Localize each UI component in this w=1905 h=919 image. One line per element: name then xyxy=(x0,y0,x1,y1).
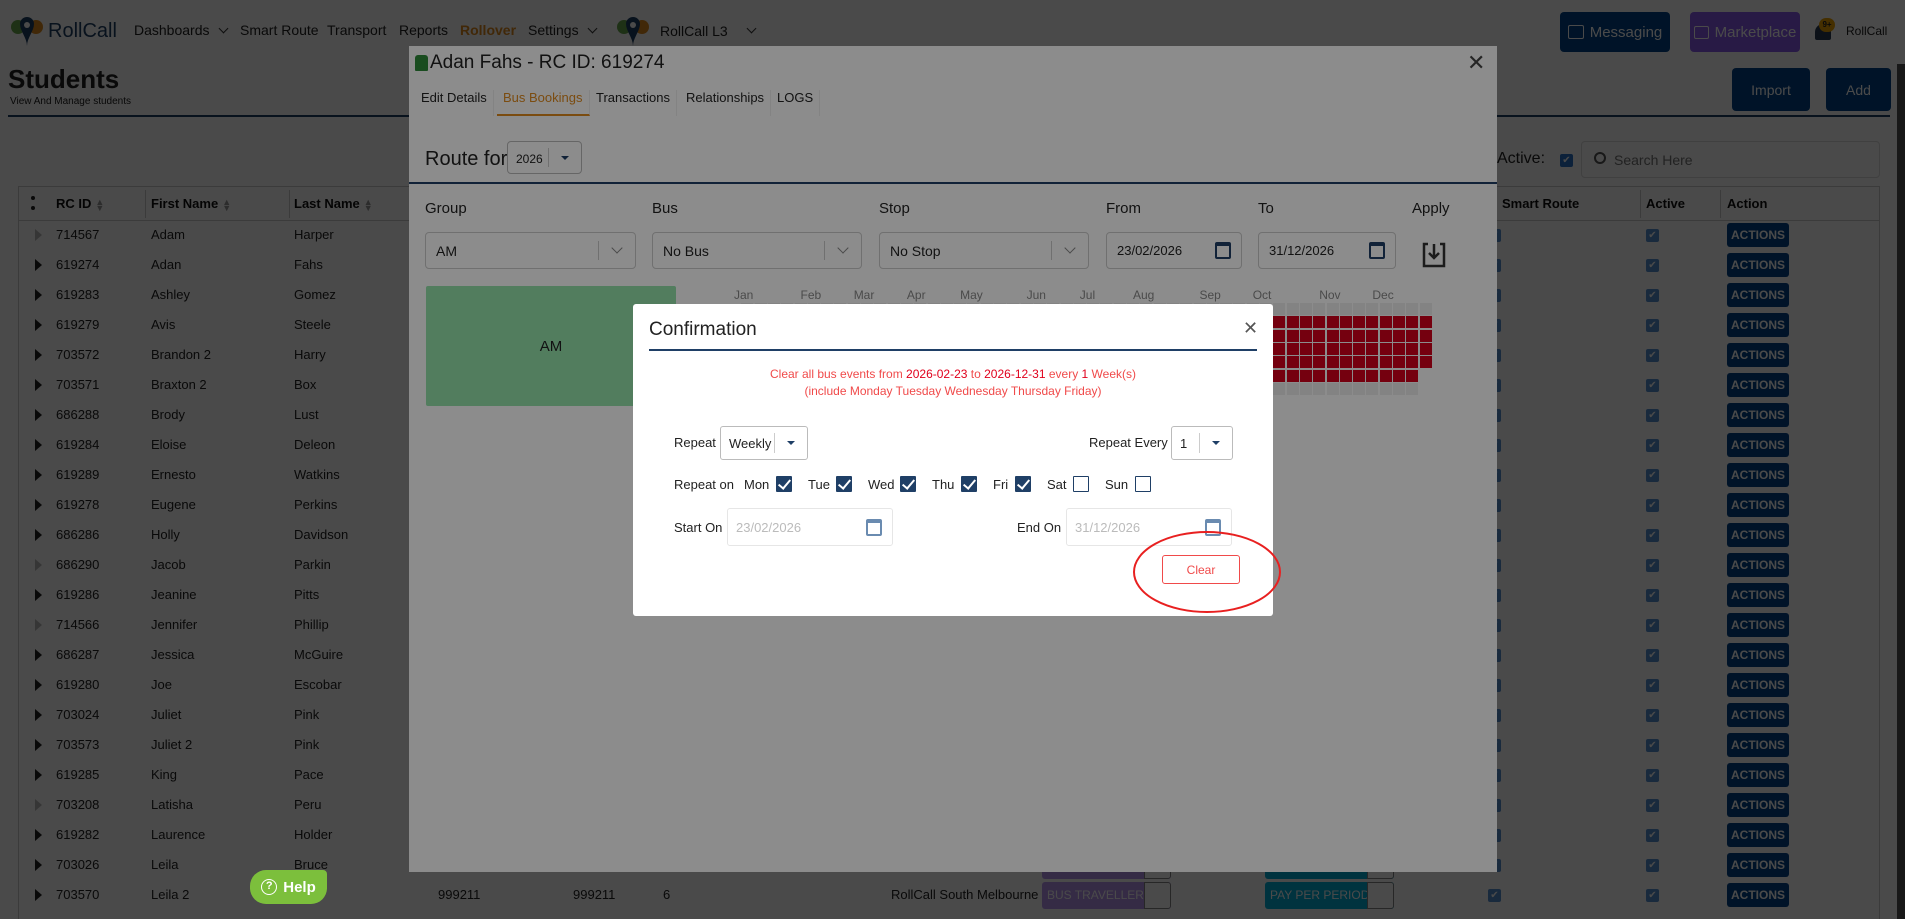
day-label: Sat xyxy=(1047,477,1067,492)
repeat-select[interactable]: Weekly xyxy=(720,426,808,460)
day-label: Mon xyxy=(744,477,770,492)
end-on-label: End On xyxy=(1017,520,1062,535)
select-divider xyxy=(1199,433,1200,453)
day-label: Fri xyxy=(993,477,1009,492)
question-icon: ? xyxy=(261,879,278,895)
repeat-on-label: Repeat on xyxy=(674,477,734,492)
dialog-divider xyxy=(649,349,1257,351)
checkbox-sat[interactable] xyxy=(1073,476,1089,492)
caret-down-icon xyxy=(1212,441,1220,445)
checkbox-mon[interactable] xyxy=(776,476,792,492)
checkbox-tue[interactable] xyxy=(836,476,852,492)
confirmation-message: Clear all bus events from 2026-02-23 to … xyxy=(769,367,1137,398)
calendar-icon[interactable] xyxy=(866,519,882,536)
day-label: Wed xyxy=(868,477,895,492)
day-label: Tue xyxy=(808,477,830,492)
help-button[interactable]: ? Help xyxy=(250,870,327,904)
caret-down-icon xyxy=(787,441,795,445)
highlight-circle-annotation xyxy=(1133,531,1281,613)
checkbox-wed[interactable] xyxy=(900,476,916,492)
checkbox-sun[interactable] xyxy=(1135,476,1151,492)
start-on-input[interactable]: 23/02/2026 xyxy=(727,508,893,546)
repeat-every-select[interactable]: 1 xyxy=(1171,426,1233,460)
dialog-title: Confirmation xyxy=(649,319,757,340)
checkbox-fri[interactable] xyxy=(1015,476,1031,492)
select-divider xyxy=(774,433,775,453)
day-label: Thu xyxy=(932,477,955,492)
day-label: Sun xyxy=(1105,477,1129,492)
start-on-label: Start On xyxy=(674,520,723,535)
checkbox-thu[interactable] xyxy=(961,476,977,492)
repeat-label: Repeat xyxy=(674,435,716,450)
close-icon[interactable]: ✕ xyxy=(1243,318,1258,339)
repeat-every-label: Repeat Every xyxy=(1089,435,1168,450)
